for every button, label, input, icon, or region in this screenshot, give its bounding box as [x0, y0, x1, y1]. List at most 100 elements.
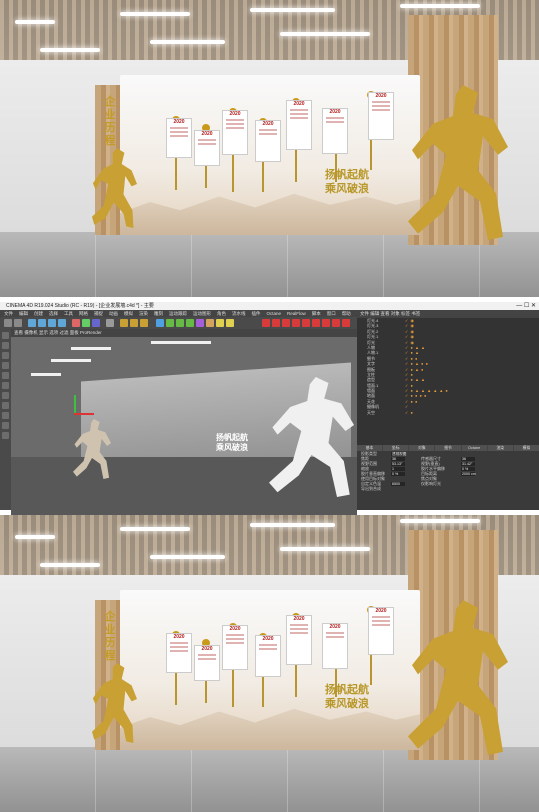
timeline-card: 2020 — [222, 625, 248, 670]
workplane-icon[interactable] — [2, 412, 9, 419]
menu-snap[interactable]: 捕捉 — [94, 311, 103, 317]
coordinate-system-icon[interactable] — [106, 319, 114, 327]
emblem-char: 企 — [104, 610, 116, 623]
move-tool-icon[interactable] — [38, 319, 46, 327]
object-name: 文字 — [367, 361, 375, 367]
attribute-value-field[interactable]: 2000 cm — [461, 471, 476, 476]
object-list: 灯光.4 ✓ ◉ 灯光.3 ✓ ◉ 灯光.2 ✓ ◉ 灯光.1 ✓ ◉ 灯光 ✓ ◉ 人物 ✓ ● ▲… — [357, 318, 539, 415]
octane-tool-icon[interactable] — [342, 319, 350, 327]
menu-simulate[interactable]: 模拟 — [124, 311, 133, 317]
menu-mograph[interactable]: 运动图形 — [193, 311, 211, 317]
perspective-viewport[interactable]: 查看 摄像机 显示 选项 过滤 面板 ProRender 扬帆起航 乘风破浪 网… — [11, 329, 357, 543]
menu-sculpt[interactable]: 雕刻 — [154, 311, 163, 317]
render-settings-icon[interactable] — [140, 319, 148, 327]
wall-slogan: 扬帆起航 乘风破浪 — [325, 168, 395, 196]
emblem-char: 企 — [104, 95, 116, 108]
menu-file[interactable]: 文件 — [4, 311, 13, 317]
ceiling-light — [120, 12, 190, 16]
timeline-card: 2020 — [322, 623, 348, 669]
spline-icon[interactable] — [166, 319, 174, 327]
cube-icon[interactable] — [156, 319, 164, 327]
slogan-line: 扬帆起航 — [325, 168, 369, 181]
octane-tool-icon[interactable] — [272, 319, 280, 327]
edges-mode-icon[interactable] — [2, 372, 9, 379]
menu-help[interactable]: 帮助 — [342, 311, 351, 317]
attribute-value-field[interactable]: 0 % — [391, 471, 405, 476]
attribute-value-field[interactable]: 31.42° — [461, 461, 475, 466]
menu-create[interactable]: 创建 — [34, 311, 43, 317]
deformer-icon[interactable] — [196, 319, 204, 327]
render-view-icon[interactable] — [120, 319, 128, 327]
model-mode-icon[interactable] — [2, 342, 9, 349]
light-icon[interactable] — [226, 319, 234, 327]
menu-realflow[interactable]: RealFlow — [287, 311, 306, 316]
scale-tool-icon[interactable] — [48, 319, 56, 327]
object-row[interactable]: 天空 ✓ ● — [357, 410, 539, 415]
subdivision-icon[interactable] — [176, 319, 184, 327]
make-editable-icon[interactable] — [2, 332, 9, 339]
array-icon[interactable] — [186, 319, 194, 327]
lock-icon[interactable] — [2, 422, 9, 429]
menu-render[interactable]: 渲染 — [139, 311, 148, 317]
menu-script[interactable]: 脚本 — [312, 311, 321, 317]
timeline-card: 2020 — [194, 130, 220, 166]
z-axis-lock-icon[interactable] — [92, 319, 100, 327]
attribute-value-field[interactable]: 0 % — [461, 466, 475, 471]
render-preview-top: 企 业 历 程 2020 2020 2020 2020 2020 2020 20… — [0, 0, 539, 297]
menu-tools[interactable]: 工具 — [64, 311, 73, 317]
octane-tool-icon[interactable] — [322, 319, 330, 327]
y-axis-lock-icon[interactable] — [82, 319, 90, 327]
y-axis-gizmo[interactable] — [74, 395, 76, 415]
attribute-value-field[interactable]: 36 — [391, 456, 405, 461]
attribute-manager: 基本 坐标 对象 细节 Octane 渲染 模拟 投影类型 透视视图 焦距 36 传感器… — [357, 445, 539, 510]
menu-select[interactable]: 选择 — [49, 311, 58, 317]
menu-character[interactable]: 角色 — [217, 311, 226, 317]
texture-mode-icon[interactable] — [2, 352, 9, 359]
octane-tool-icon[interactable] — [262, 319, 270, 327]
x-axis-gizmo[interactable] — [74, 413, 94, 415]
attribute-value-field[interactable]: 36 — [461, 456, 475, 461]
attribute-row: 导出到合成 — [357, 486, 539, 491]
solo-icon[interactable] — [2, 432, 9, 439]
attribute-value-field[interactable]: 53.13° — [391, 461, 405, 466]
render-picture-viewer-icon[interactable] — [130, 319, 138, 327]
octane-tool-icon[interactable] — [302, 319, 310, 327]
scene-icon[interactable] — [206, 319, 214, 327]
rotate-tool-icon[interactable] — [58, 319, 66, 327]
timeline-card: 2020 — [255, 120, 281, 162]
points-mode-icon[interactable] — [2, 362, 9, 369]
octane-tool-icon[interactable] — [332, 319, 340, 327]
timeline-card: 2020 — [322, 108, 348, 154]
object-manager-menu[interactable]: 文件 编辑 查看 对象 标签 书签 — [357, 310, 539, 318]
snap-icon[interactable] — [2, 402, 9, 409]
attribute-value-field[interactable]: 6500 — [391, 481, 405, 486]
undo-button[interactable] — [4, 319, 12, 327]
render-preview-bottom: 企 业 历 程 2020 2020 2020 2020 2020 2020 20… — [0, 515, 539, 812]
menu-mesh[interactable]: 网格 — [79, 311, 88, 317]
object-manager: 文件 编辑 查看 对象 标签 书签 灯光.4 ✓ ◉ 灯光.3 ✓ ◉ 灯光.2 ✓ ◉ 灯… — [357, 310, 539, 445]
axis-mode-icon[interactable] — [2, 392, 9, 399]
window-controls[interactable]: — ☐ ✕ — [516, 302, 536, 310]
menu-plugins[interactable]: 插件 — [252, 311, 261, 317]
x-axis-lock-icon[interactable] — [72, 319, 80, 327]
menu-window[interactable]: 窗口 — [327, 311, 336, 317]
viewport-menu[interactable]: 查看 摄像机 显示 选项 过滤 面板 ProRender — [11, 329, 357, 337]
live-select-tool-icon[interactable] — [28, 319, 36, 327]
redo-button[interactable] — [14, 319, 22, 327]
octane-tool-icon[interactable] — [292, 319, 300, 327]
menu-animate[interactable]: 动画 — [109, 311, 118, 317]
attribute-value-field[interactable]: 透视视图 — [391, 451, 406, 456]
viewport-scene[interactable]: 扬帆起航 乘风破浪 网格间距 : 1000 cm — [11, 337, 357, 537]
menu-edit[interactable]: 编辑 — [19, 311, 28, 317]
camera-icon[interactable] — [216, 319, 224, 327]
menu-octane[interactable]: Octane — [267, 311, 282, 316]
polygons-mode-icon[interactable] — [2, 382, 9, 389]
menu-motion-tracking[interactable]: 运动跟踪 — [169, 311, 187, 317]
slogan-line: 乘风破浪 — [325, 697, 369, 710]
octane-tool-icon[interactable] — [312, 319, 320, 327]
octane-tool-icon[interactable] — [282, 319, 290, 327]
object-name: 灯光 — [367, 339, 375, 345]
object-tags[interactable]: ✓ ● — [405, 410, 413, 415]
attribute-value-field[interactable]: 1 — [391, 466, 405, 471]
menu-pipeline[interactable]: 流水线 — [232, 311, 246, 317]
